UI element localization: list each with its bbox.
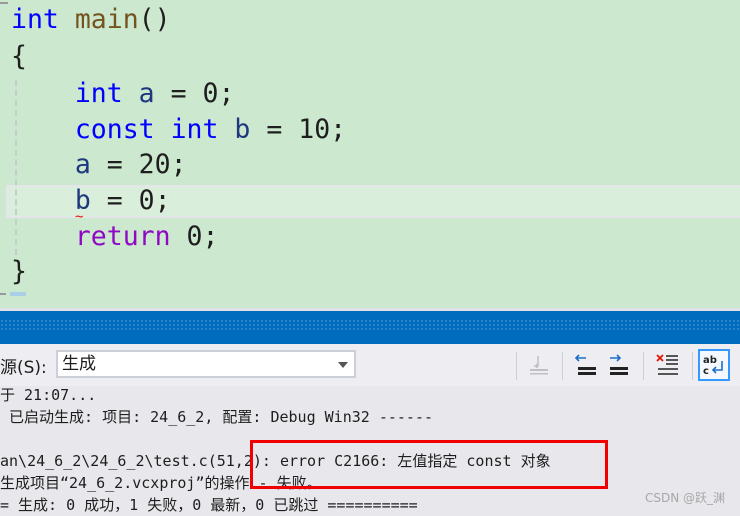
code-token: } bbox=[11, 256, 27, 287]
code-token: () bbox=[138, 4, 171, 35]
fold-marker bbox=[0, 2, 8, 4]
svg-text:c: c bbox=[703, 366, 709, 377]
watermark: CSDN @跃_渊 bbox=[645, 491, 726, 505]
source-label: 源(S): bbox=[0, 358, 47, 378]
code-token: = 20; bbox=[90, 149, 187, 180]
code-token: int bbox=[11, 4, 59, 35]
code-line: return 0; bbox=[11, 219, 219, 255]
previous-message-icon[interactable] bbox=[572, 350, 602, 380]
code-token: int bbox=[74, 78, 123, 109]
code-token: 0; bbox=[170, 221, 219, 252]
code-token: return bbox=[74, 221, 171, 252]
code-token: int bbox=[170, 114, 219, 145]
source-dropdown[interactable]: 生成 bbox=[56, 350, 356, 378]
divider bbox=[516, 352, 517, 380]
divider bbox=[562, 352, 563, 380]
next-message-icon[interactable] bbox=[604, 350, 634, 380]
source-value: 生成 bbox=[62, 354, 96, 374]
fold-marker bbox=[0, 293, 6, 295]
svg-text:ab: ab bbox=[703, 355, 717, 366]
code-editor[interactable]: int main(){ int a = 0; const int b = 10;… bbox=[0, 0, 740, 308]
code-line: int a = 0; bbox=[11, 76, 235, 112]
word-wrap-icon[interactable]: ab c bbox=[698, 349, 730, 381]
code-token: main bbox=[74, 4, 139, 35]
code-line: const int b = 10; bbox=[11, 112, 346, 148]
chevron-down-icon bbox=[338, 362, 348, 368]
clear-all-icon[interactable] bbox=[654, 350, 684, 380]
code-line: { bbox=[11, 39, 27, 75]
go-to-line-icon[interactable] bbox=[524, 350, 554, 380]
code-token: { bbox=[11, 41, 27, 72]
code-token: const bbox=[74, 114, 155, 145]
output-line: 已启动生成: 项目: 24_6_2, 配置: Debug Win32 -----… bbox=[0, 408, 434, 426]
output-panel-titlebar[interactable] bbox=[0, 311, 740, 344]
scope-end-marker bbox=[10, 292, 26, 296]
divider bbox=[692, 352, 693, 380]
code-token: = 0; bbox=[154, 78, 235, 109]
code-token: = 10; bbox=[250, 114, 347, 145]
code-line: b = 0; bbox=[11, 183, 171, 219]
code-line: } bbox=[11, 254, 27, 290]
code-token: a bbox=[74, 149, 91, 180]
error-highlight-box bbox=[250, 440, 608, 489]
error-squiggle: ~ bbox=[75, 209, 84, 225]
divider bbox=[643, 352, 644, 380]
code-line: a = 20; bbox=[11, 147, 187, 183]
code-token: b bbox=[234, 114, 251, 145]
output-toolbar: 源(S): 生成 ab c bbox=[0, 344, 740, 386]
code-token: = 0; bbox=[90, 185, 171, 216]
code-token: a bbox=[138, 78, 155, 109]
output-line: 于 21:07... bbox=[0, 386, 97, 404]
code-line: int main() bbox=[11, 2, 171, 38]
